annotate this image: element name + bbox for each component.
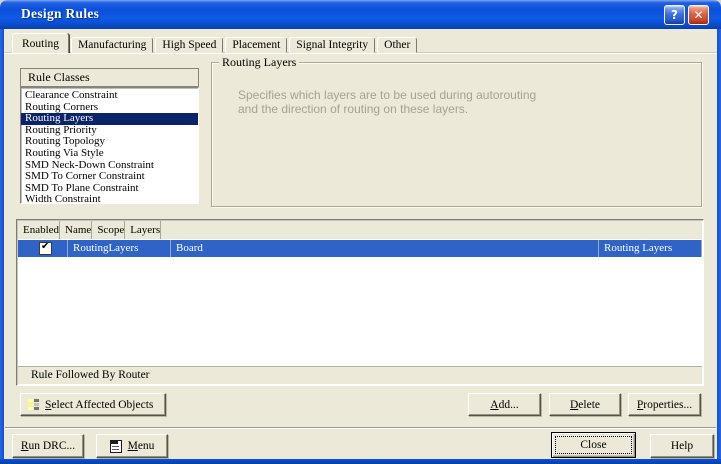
delete-button[interactable]: Delete	[549, 393, 621, 416]
column-header[interactable]: Name	[60, 221, 92, 239]
bottom-separator	[5, 427, 716, 429]
help-button[interactable]: Help	[650, 434, 714, 458]
table-footer-status: Rule Followed By Router	[18, 366, 702, 384]
titlebar-close-button[interactable]: ✕	[688, 5, 709, 25]
close-button[interactable]: Close	[551, 432, 636, 458]
groupbox-title: Routing Layers	[219, 55, 299, 69]
properties-button[interactable]: Properties...	[628, 393, 701, 416]
column-header[interactable]: Scope	[92, 221, 125, 239]
titlebar-help-button[interactable]: ?	[664, 5, 685, 25]
properties-button-label: Properties...	[637, 399, 692, 411]
select-affected-objects-button[interactable]: Select Affected Objects	[20, 393, 166, 416]
run-drc-button[interactable]: Run DRC...	[12, 434, 84, 458]
rule-class-label: SMD Neck-Down Constraint	[25, 159, 154, 171]
column-header[interactable]: Layers	[125, 221, 161, 239]
select-objects-icon	[28, 399, 39, 410]
run-drc-button-label: Run DRC...	[21, 440, 75, 452]
tab[interactable]: Manufacturing	[71, 37, 153, 53]
rules-table: Enabled Name Scope Layers ✔ RoutingLayer…	[16, 219, 704, 386]
tab[interactable]: High Speed	[155, 37, 223, 53]
window-title: Design Rules	[21, 6, 99, 22]
close-button-label: Close	[580, 439, 606, 451]
routing-layers-groupbox: Routing Layers Specifies which layers ar…	[211, 62, 702, 207]
rule-class-label: SMD To Corner Constraint	[25, 170, 145, 182]
tab-label: Routing	[22, 38, 59, 50]
design-rules-dialog: Design Rules ? ✕ Routing Manufacturing H…	[0, 0, 721, 464]
tab[interactable]: Signal Integrity	[289, 37, 375, 53]
table-header: Enabled Name Scope Layers	[18, 221, 702, 239]
window-border-right	[717, 29, 721, 460]
question-icon: ?	[671, 8, 678, 22]
rule-class-item[interactable]: Width Constraint	[21, 194, 198, 204]
column-header[interactable]: Enabled	[18, 221, 60, 239]
tab-label: High Speed	[162, 39, 216, 51]
titlebar[interactable]: Design Rules ? ✕	[0, 0, 721, 29]
enabled-checkbox[interactable]: ✔	[39, 242, 52, 255]
tab[interactable]: Other	[377, 37, 417, 53]
scope-cell: Board	[171, 240, 599, 257]
rule-class-label: Routing Via Style	[25, 147, 104, 159]
rule-classes-list: Clearance Constraint Routing Corners Rou…	[20, 87, 199, 204]
rule-class-label: Routing Priority	[25, 124, 97, 136]
add-button-label: Add...	[490, 399, 518, 411]
menu-button[interactable]: Menu	[96, 434, 168, 458]
tab-label: Other	[384, 39, 410, 51]
tab-label: Signal Integrity	[296, 39, 368, 51]
menu-icon	[110, 440, 122, 453]
close-icon: ✕	[693, 8, 703, 22]
help-button-label: Help	[671, 440, 693, 452]
add-button[interactable]: Add...	[468, 393, 541, 416]
check-icon: ✔	[41, 240, 49, 253]
tab[interactable]: Routing	[12, 33, 69, 53]
rule-class-label: SMD To Plane Constraint	[25, 182, 139, 194]
rule-class-label: Routing Topology	[25, 135, 105, 147]
layers-cell: Routing Layers	[599, 240, 702, 257]
rule-classes-header: Rule Classes	[20, 68, 199, 87]
rule-class-label: Width Constraint	[25, 193, 101, 204]
tab[interactable]: Placement	[225, 37, 287, 53]
window-border-bottom	[0, 459, 721, 464]
window-border-left	[0, 29, 4, 460]
rule-class-label: Routing Corners	[25, 101, 98, 113]
table-row[interactable]: ✔ RoutingLayers Board Routing Layers	[18, 240, 702, 257]
tab-label: Manufacturing	[78, 39, 146, 51]
select-affected-objects-label: Select Affected Objects	[45, 399, 153, 411]
menu-button-label: Menu	[128, 440, 155, 452]
delete-button-label: Delete	[570, 399, 600, 411]
rule-class-label: Clearance Constraint	[25, 89, 118, 101]
tab-bar: Routing Manufacturing High Speed Placeme…	[13, 33, 419, 53]
tab-label: Placement	[232, 39, 280, 51]
rule-class-label: Routing Layers	[25, 112, 93, 124]
rule-description: Specifies which layers are to be used du…	[238, 89, 538, 116]
name-cell: RoutingLayers	[68, 240, 171, 257]
enabled-cell: ✔	[18, 240, 68, 257]
